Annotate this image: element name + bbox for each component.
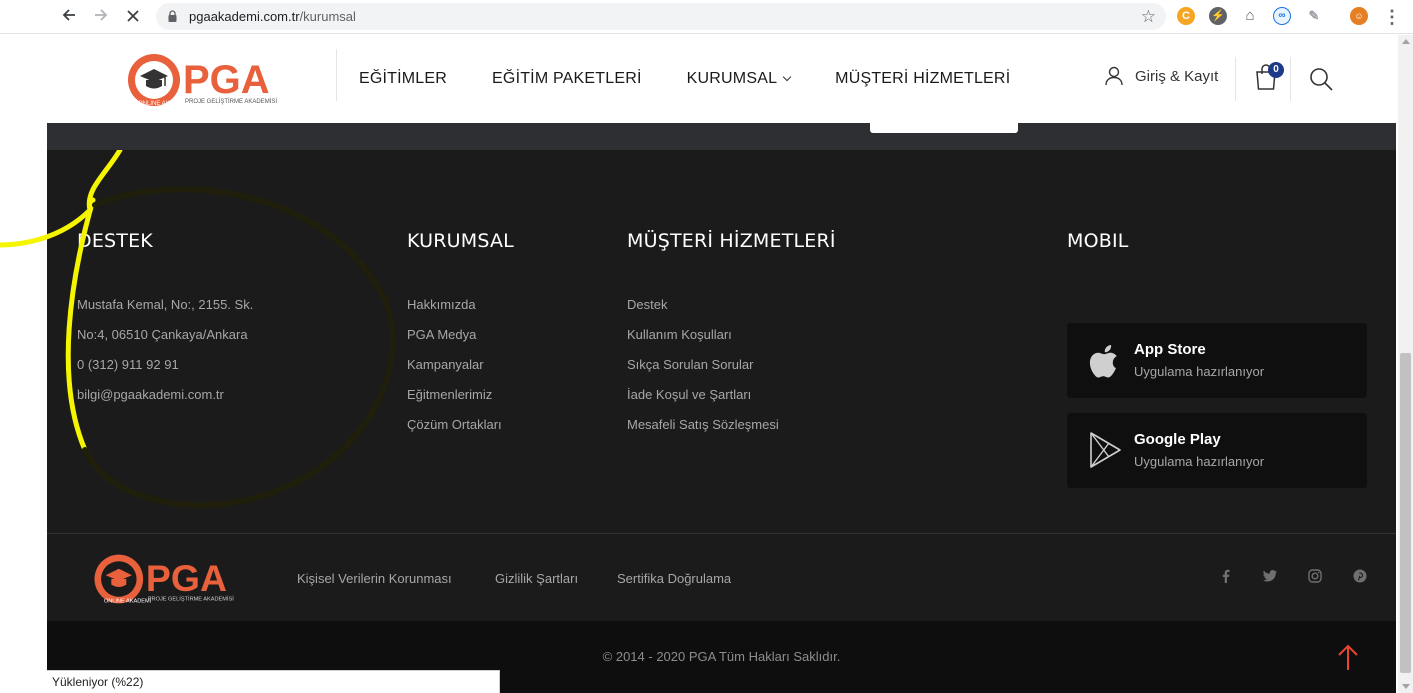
extension-pin-icon[interactable]: ✎ bbox=[1305, 7, 1323, 25]
apple-icon bbox=[1089, 345, 1117, 378]
forward-button[interactable] bbox=[88, 4, 114, 30]
bookmark-star-icon[interactable]: ☆ bbox=[1141, 3, 1156, 30]
email-address[interactable]: bilgi@pgaakademi.com.tr bbox=[77, 380, 253, 410]
arrow-left-icon bbox=[62, 9, 75, 21]
pga-logo[interactable]: ONLINE AKADEMİ PGA PROJE GELİŞTİRME AKAD… bbox=[125, 49, 301, 111]
browser-toolbar: pgaakademi.com.tr/kurumsal ☆ C ⚡ ⌂ ∞ ✎ ☺… bbox=[0, 0, 1413, 34]
footer-link-kampanyalar[interactable]: Kampanyalar bbox=[407, 350, 514, 380]
page-scrollbar[interactable] bbox=[1398, 35, 1413, 693]
footer-link-sss[interactable]: Sıkça Sorulan Sorular bbox=[627, 350, 836, 380]
address-line-2: No:4, 06510 Çankaya/Ankara bbox=[77, 327, 248, 342]
menu-item-kurumsal[interactable]: KURUMSAL bbox=[686, 70, 792, 88]
app-store-status: Uygulama hazırlanıyor bbox=[1134, 364, 1265, 379]
login-label: Giriş & Kayıt bbox=[1135, 67, 1219, 85]
home-icon[interactable]: ⌂ bbox=[1241, 7, 1259, 25]
legal-link-sertifika[interactable]: Sertifika Doğrulama bbox=[617, 534, 731, 622]
lock-icon bbox=[168, 10, 177, 22]
footer-col-title: KURUMSAL bbox=[407, 230, 514, 252]
app-store-button[interactable]: App Store Uygulama hazırlanıyor bbox=[1067, 323, 1367, 398]
chevron-down-icon bbox=[782, 72, 792, 82]
menu-item-egitimler[interactable]: EĞİTİMLER bbox=[359, 70, 447, 88]
url-path: /kurumsal bbox=[299, 9, 356, 24]
search-icon[interactable] bbox=[1309, 67, 1333, 91]
close-icon bbox=[127, 10, 139, 22]
logo-wordmark: PGA bbox=[146, 557, 227, 599]
google-play-label: Google Play bbox=[1134, 431, 1221, 448]
logo-badge-text: ONLINE AKADEMİ bbox=[138, 100, 189, 107]
legal-link-kvkk[interactable]: Kişisel Verilerin Korunması bbox=[297, 534, 452, 622]
scroll-up-arrow-icon[interactable] bbox=[1402, 39, 1410, 44]
user-icon bbox=[1105, 66, 1123, 86]
instagram-icon[interactable] bbox=[1307, 568, 1323, 584]
phone-number: 0 (312) 911 92 91 bbox=[77, 357, 179, 372]
footer-link-hakkimizda[interactable]: Hakkımızda bbox=[407, 290, 514, 320]
footer-link-mesafeli-satis[interactable]: Mesafeli Satış Sözleşmesi bbox=[627, 410, 836, 440]
arrow-up-icon[interactable] bbox=[1337, 643, 1359, 671]
footer-col-kurumsal: KURUMSAL Hakkımızda PGA Medya Kampanyala… bbox=[407, 230, 514, 440]
scroll-down-arrow-icon[interactable] bbox=[1402, 684, 1410, 689]
facebook-icon[interactable] bbox=[1218, 568, 1234, 584]
menu-item-musteri-hizmetleri[interactable]: MÜŞTERİ HİZMETLERİ bbox=[835, 70, 1010, 88]
google-play-icon bbox=[1090, 432, 1121, 468]
extension-bolt-icon[interactable]: ⚡ bbox=[1209, 7, 1227, 25]
main-menu: EĞİTİMLER EĞİTİM PAKETLERİ KURUMSAL MÜŞT… bbox=[359, 35, 1055, 123]
site-header: ONLINE AKADEMİ PGA PROJE GELİŞTİRME AKAD… bbox=[47, 35, 1396, 123]
footer-link-pga-medya[interactable]: PGA Medya bbox=[407, 320, 514, 350]
twitter-icon[interactable] bbox=[1262, 568, 1278, 584]
url-host: pgaakademi.com.tr bbox=[189, 9, 300, 24]
footer-link-cozum-ortaklari[interactable]: Çözüm Ortakları bbox=[407, 410, 514, 440]
logo-divider bbox=[336, 49, 337, 101]
footer-link-destek[interactable]: Destek bbox=[627, 290, 836, 320]
address-line-1: Mustafa Kemal, No:, 2155. Sk. bbox=[77, 297, 254, 312]
logo-tagline: PROJE GELİŞTİRME AKADEMİSİ bbox=[148, 596, 234, 603]
footer-link-kullanim-kosullari[interactable]: Kullanım Koşulları bbox=[627, 320, 836, 350]
loading-status-bubble: Yükleniyor (%22) bbox=[47, 670, 500, 693]
login-register-link[interactable]: Giriş & Kayıt bbox=[1105, 66, 1218, 86]
app-store-label: App Store bbox=[1134, 341, 1206, 358]
footer-link-egitmenlerimiz[interactable]: Eğitmenlerimiz bbox=[407, 380, 514, 410]
logo-badge-text: ONLINE AKADEMİ bbox=[104, 597, 152, 604]
browser-menu-icon[interactable]: ⋮ bbox=[1383, 5, 1401, 29]
menu-item-label: MÜŞTERİ HİZMETLERİ bbox=[835, 70, 1011, 87]
google-play-button[interactable]: Google Play Uygulama hazırlanıyor bbox=[1067, 413, 1367, 488]
footer-bottom-bar: ONLINE AKADEMİ PGA PROJE GELİŞTİRME AKAD… bbox=[47, 534, 1396, 622]
footer-col-musteri-hizmetleri: MÜŞTERİ HİZMETLERİ Destek Kullanım Koşul… bbox=[627, 230, 836, 440]
extension-coin-icon[interactable]: C bbox=[1177, 7, 1195, 25]
scrollbar-thumb[interactable] bbox=[1400, 353, 1411, 673]
header-separator bbox=[1235, 57, 1236, 101]
menu-item-label: KURUMSAL bbox=[686, 70, 778, 87]
url-text: pgaakademi.com.tr/kurumsal bbox=[189, 3, 356, 30]
menu-item-egitim-paketleri[interactable]: EĞİTİM PAKETLERİ bbox=[492, 70, 642, 88]
website: ONLINE AKADEMİ PGA PROJE GELİŞTİRME AKAD… bbox=[0, 35, 1396, 693]
footer-col-title: MOBIL bbox=[1067, 230, 1129, 252]
logo-tagline: PROJE GELİŞTİRME AKADEMİSİ bbox=[185, 98, 277, 105]
footer-col-title: DESTEK bbox=[77, 230, 153, 252]
footer-link-iade-kosullari[interactable]: İade Koşul ve Şartları bbox=[627, 380, 836, 410]
stop-loading-button[interactable] bbox=[120, 4, 146, 30]
google-play-status: Uygulama hazırlanıyor bbox=[1134, 454, 1265, 469]
logo-wordmark: PGA bbox=[183, 58, 270, 102]
footer-col-mobil: MOBIL bbox=[1067, 230, 1129, 290]
footer-col-title: MÜŞTERİ HİZMETLERİ bbox=[627, 230, 836, 252]
profile-avatar[interactable]: ☺ bbox=[1350, 7, 1368, 25]
content-strip bbox=[47, 123, 1396, 150]
legal-link-gizlilik[interactable]: Gizlilik Şartları bbox=[495, 534, 578, 622]
pga-footer-logo[interactable]: ONLINE AKADEMİ PGA PROJE GELİŞTİRME AKAD… bbox=[89, 550, 259, 608]
menu-item-label: EĞİTİM PAKETLERİ bbox=[492, 70, 642, 87]
footer-col-destek: DESTEK Mustafa Kemal, No:, 2155. Sk. No:… bbox=[77, 230, 253, 410]
pinterest-icon[interactable] bbox=[1352, 568, 1368, 584]
arrow-right-icon bbox=[95, 9, 108, 21]
address-bar[interactable]: pgaakademi.com.tr/kurumsal ☆ bbox=[156, 3, 1166, 30]
menu-item-label: EĞİTİMLER bbox=[359, 70, 448, 87]
site-footer: DESTEK Mustafa Kemal, No:, 2155. Sk. No:… bbox=[0, 150, 1396, 693]
extension-infinity-icon[interactable]: ∞ bbox=[1273, 7, 1291, 25]
cart-count-badge: 0 bbox=[1268, 62, 1284, 78]
page-viewport: ONLINE AKADEMİ PGA PROJE GELİŞTİRME AKAD… bbox=[0, 35, 1413, 693]
strip-button[interactable] bbox=[870, 123, 1018, 133]
header-separator bbox=[1290, 57, 1291, 101]
back-button[interactable] bbox=[56, 4, 82, 30]
